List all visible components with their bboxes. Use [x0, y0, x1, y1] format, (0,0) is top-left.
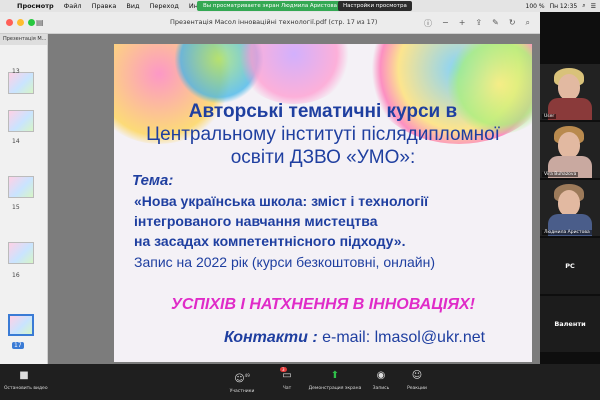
participant-video-panel: User Vira Buhazova Людмила Аристова PC В…	[540, 12, 600, 364]
participant-name: Людмила Аристова	[542, 230, 592, 235]
record-button[interactable]: ◉ Запись	[366, 369, 396, 391]
screen-share-notice: Вы просматриваете экран Людмила Аристова	[197, 1, 343, 11]
menu-bar: Просмотр Файл Правка Вид Переход Инструм…	[0, 0, 600, 12]
participant-tile[interactable]: User	[540, 64, 600, 120]
window-controls	[6, 19, 35, 26]
topic-line1: «Нова українська школа: зміст і технолог…	[134, 193, 429, 209]
avatar	[558, 132, 580, 158]
share-screen-button[interactable]: ⬆ Демонстрация экрана	[306, 369, 364, 391]
rotate-icon[interactable]: ↻	[509, 18, 516, 29]
view-options-button[interactable]: Настройки просмотра	[338, 1, 412, 11]
zoom-toolbar: ■ Остановить видео ☺49 Участники ▭ 3 Чат…	[0, 364, 600, 400]
menu-icon[interactable]: ☰	[591, 3, 596, 10]
slide-title-line2: Центральному інституті післядипломної	[146, 124, 500, 145]
info-icon[interactable]: ⓘ	[424, 18, 432, 29]
share-icon[interactable]: ⇪	[475, 18, 482, 29]
participant-name: User	[542, 114, 557, 119]
chat-icon: ▭	[282, 370, 292, 381]
thumbnail-page-16[interactable]	[8, 242, 34, 264]
menu-file[interactable]: Файл	[59, 2, 87, 10]
participants-count: 49	[244, 373, 250, 378]
page-number: 16	[12, 272, 20, 279]
preview-titlebar: ▤ Презентація Масол інноваційні технолог…	[0, 12, 540, 34]
page-number: 15	[12, 204, 20, 211]
close-window-button[interactable]	[6, 19, 13, 26]
contacts-label: Контакти :	[224, 329, 318, 346]
participant-name: Vira Buhazova	[542, 172, 579, 177]
battery-status: 100 %	[525, 2, 545, 10]
page-number-selected: 17	[12, 342, 24, 349]
participant-name: Валенти	[554, 320, 586, 328]
slide-title-line1: Авторські тематичні курси в	[188, 101, 458, 122]
thumbnail-page-13[interactable]	[8, 72, 34, 94]
avatar	[558, 74, 580, 100]
clock: Пн 12:35	[549, 2, 578, 10]
participant-tile[interactable]: PC	[540, 238, 600, 294]
enrollment-info: Запис на 2022 рік (курси безкоштовні, он…	[134, 254, 436, 270]
decoration	[234, 44, 354, 104]
participant-tile[interactable]: Валенти	[540, 296, 600, 352]
thumbnail-page-15[interactable]	[8, 176, 34, 198]
participants-button[interactable]: ☺49 Участники	[222, 369, 262, 394]
menu-app[interactable]: Просмотр	[12, 2, 59, 10]
search-icon[interactable]: ⌕	[582, 2, 585, 10]
zoom-window-button[interactable]	[28, 19, 35, 26]
sidebar-title: Презентація М...	[0, 34, 47, 45]
sidebar-toggle-icon[interactable]: ▤	[36, 18, 44, 27]
menu-view[interactable]: Вид	[121, 2, 144, 10]
menu-edit[interactable]: Правка	[87, 2, 122, 10]
topic-line3: на засадах компетентнісного підходу».	[134, 233, 406, 249]
reactions-button[interactable]: ☺ Реакции	[400, 369, 434, 391]
minimize-window-button[interactable]	[17, 19, 24, 26]
slide-page: Авторські тематичні курси в Центральному…	[114, 44, 532, 362]
page-number: 13	[12, 68, 20, 75]
slide-title-line3: освіти ДЗВО «УМО»:	[230, 147, 416, 168]
chat-badge: 3	[280, 367, 287, 372]
avatar	[558, 190, 580, 216]
thumbnail-sidebar: Презентація М... 13 14 15 16 17	[0, 34, 48, 364]
zoom-in-icon[interactable]: +	[459, 18, 466, 29]
share-screen-icon: ⬆	[330, 370, 340, 381]
topic-line2: інтегрованого навчання мистецтва	[134, 213, 378, 229]
document-view[interactable]: Авторські тематичні курси в Центральному…	[48, 34, 540, 364]
markup-icon[interactable]: ✎	[492, 18, 499, 29]
contacts: Контакти : e-mail: lmasol@ukr.net	[224, 329, 485, 347]
slogan: УСПІХІВ І НАТХНЕННЯ В ІННОВАЦІЯХ!	[170, 296, 475, 313]
document-title: Презентація Масол інноваційні технології…	[170, 18, 378, 26]
search-icon[interactable]: ⌕	[526, 18, 530, 29]
thumbnail-page-17[interactable]	[8, 314, 34, 336]
menu-go[interactable]: Переход	[145, 2, 184, 10]
smiley-icon: ☺	[411, 370, 423, 381]
stop-video-button[interactable]: ■ Остановить видео	[4, 369, 48, 391]
thumbnail-page-14[interactable]	[8, 110, 34, 132]
participant-name: PC	[565, 262, 575, 270]
participant-tile[interactable]: Vira Buhazova	[540, 122, 600, 178]
camera-icon: ■	[19, 370, 29, 381]
zoom-out-icon[interactable]: −	[442, 18, 449, 29]
chat-button[interactable]: ▭ 3 Чат	[272, 367, 302, 391]
topic-label: Тема:	[132, 172, 174, 189]
contacts-email: e-mail: lmasol@ukr.net	[322, 329, 486, 346]
participant-tile[interactable]: Людмила Аристова	[540, 180, 600, 236]
people-icon: ☺49	[234, 373, 250, 385]
page-number: 14	[12, 138, 20, 145]
record-icon: ◉	[376, 370, 386, 381]
